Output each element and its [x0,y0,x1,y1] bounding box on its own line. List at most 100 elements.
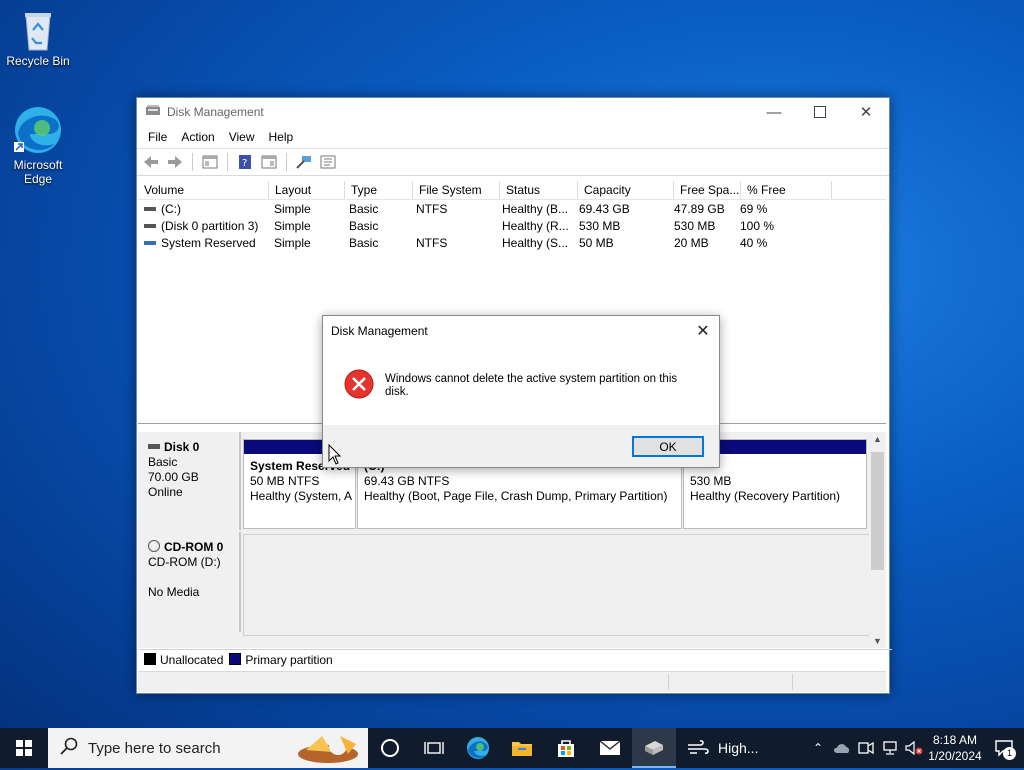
list-header: Volume Layout Type File System Status Ca… [138,181,886,200]
wind-icon [688,740,709,754]
partition-size: 530 MB [690,474,732,488]
recycle-bin-desktop-icon[interactable]: Recycle Bin [0,8,76,68]
search-box[interactable]: Type here to search [48,728,368,768]
volume-name: (Disk 0 partition 3) [161,218,259,233]
volume-icon [144,223,156,228]
weather-widget[interactable]: High... [676,728,762,768]
col-type[interactable]: Type [345,181,413,199]
cdrom-label[interactable]: CD-ROM 0 CD-ROM (D:) No Media [138,532,241,632]
ok-button[interactable]: OK [632,436,704,457]
minimize-icon: — [766,103,782,121]
clock[interactable]: 8:18 AM 1/20/2024 [926,732,984,764]
cell-status: Healthy (R... [502,218,569,233]
menu-action[interactable]: Action [174,130,221,144]
cell-capacity: 69.43 GB [579,201,630,216]
file-explorer-button[interactable] [500,728,544,768]
col-percent-free[interactable]: % Free [741,181,832,199]
console-tree-icon [202,155,218,169]
mail-icon [599,740,621,755]
col-file-system[interactable]: File System [413,181,500,199]
volume-button[interactable] [902,728,926,768]
cell-layout: Simple [274,218,311,233]
col-volume[interactable]: Volume [138,181,269,199]
cloud-icon [834,744,850,753]
network-button[interactable] [878,728,902,768]
forward-icon [168,156,182,168]
start-button[interactable] [0,728,48,768]
partition-status: Healthy (System, A [250,489,353,503]
close-icon: ✕ [696,323,710,340]
maximize-button[interactable] [797,98,843,126]
cell-free: 530 MB [674,218,716,233]
disk0-name: Disk 0 [164,440,200,454]
cell-capacity: 50 MB [579,235,614,250]
network-icon [883,741,897,755]
settings-button[interactable] [318,152,338,172]
cdrom-area[interactable] [243,534,870,636]
menu-view[interactable]: View [222,130,262,144]
cell-status: Healthy (S... [502,235,569,250]
camera-icon [858,741,874,755]
vertical-scrollbar[interactable]: ▲ ▼ [869,432,886,648]
chevron-up-icon: ⌃ [812,741,824,755]
col-capacity[interactable]: Capacity [578,181,674,199]
connect-button[interactable] [294,152,314,172]
cell-capacity: 530 MB [579,218,621,233]
volume-icon [144,240,156,245]
disk-management-taskbar-button[interactable] [632,728,676,768]
meet-now-button[interactable] [854,728,878,768]
search-placeholder: Type here to search [88,739,221,757]
error-icon [344,369,374,402]
task-view-button[interactable] [368,728,412,768]
table-row[interactable]: System Reserved Simple Basic NTFS Health… [138,234,886,251]
settings-icon [320,155,336,169]
close-button[interactable]: ✕ [843,98,889,126]
mail-button[interactable] [588,728,632,768]
cell-pct: 69 % [740,201,768,216]
title-bar[interactable]: Disk Management — ✕ [137,98,889,126]
store-icon [558,740,574,757]
cell-free: 47.89 GB [674,201,725,216]
menu-file[interactable]: File [141,130,174,144]
toolbar-separator [192,153,193,171]
edge-label-line2: Edge [23,172,53,186]
console-tree-button[interactable] [200,152,220,172]
legend-unallocated-label: Unallocated [160,653,224,667]
back-button[interactable] [141,152,161,172]
svg-text:?: ? [242,158,247,169]
partition-size: 69.43 GB NTFS [364,474,450,488]
disk0-size: 70.00 GB [148,470,199,484]
cell-type: Basic [349,218,379,233]
col-free-space[interactable]: Free Spa... [674,181,741,199]
legend-unallocated: Unallocated [144,653,223,667]
properties-button[interactable] [259,152,279,172]
menu-help[interactable]: Help [262,130,301,144]
help-button[interactable]: ? [235,152,255,172]
minimize-button[interactable]: — [751,98,797,126]
task-switch-button[interactable] [412,728,456,768]
toolbar: ? [137,148,889,176]
store-button[interactable] [544,728,588,768]
disk0-label[interactable]: Disk 0 Basic 70.00 GB Online [138,432,241,530]
col-status[interactable]: Status [500,181,578,199]
cell-layout: Simple [274,201,311,216]
dialog-close-button[interactable]: ✕ [693,321,713,341]
scroll-thumb[interactable] [871,452,884,570]
show-hidden-icons-button[interactable]: ⌃ [806,728,830,768]
cell-status: Healthy (B... [502,201,569,216]
system-tray: ⌃ 8:18 AM 1/20/2024 1 [806,728,1024,768]
edge-taskbar-button[interactable] [456,728,500,768]
scroll-up-icon[interactable]: ▲ [869,432,886,446]
legend: Unallocated Primary partition [138,649,892,670]
notification-center-button[interactable]: 1 [984,728,1024,768]
forward-button[interactable] [165,152,185,172]
dialog-message: Windows cannot delete the active system … [385,373,678,398]
onedrive-button[interactable] [830,728,854,768]
task-view-icon [424,742,444,754]
col-layout[interactable]: Layout [269,181,345,199]
table-row[interactable]: (Disk 0 partition 3) Simple Basic Health… [138,217,886,234]
cell-fs: NTFS [416,235,448,250]
table-row[interactable]: (C:) Simple Basic NTFS Healthy (B... 69.… [138,200,886,217]
edge-desktop-icon[interactable]: Microsoft Edge [0,104,76,186]
scroll-down-icon[interactable]: ▼ [869,634,886,648]
